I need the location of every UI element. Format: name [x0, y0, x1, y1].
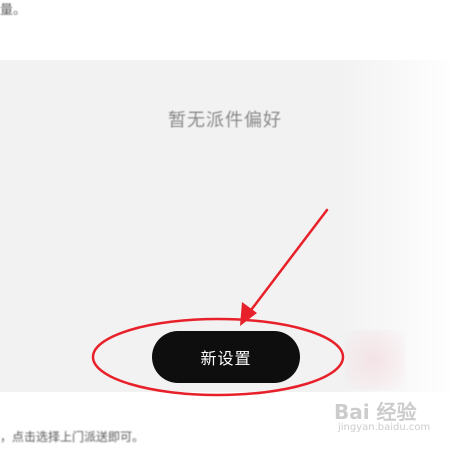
- article-text-bottom: ，点击选择上门派送即可。: [0, 430, 145, 444]
- baidu-jingyan-watermark: Bai 经验 jingyan.baidu.com: [330, 392, 448, 448]
- decorative-blur: [345, 330, 405, 390]
- new-setting-button[interactable]: 新设置: [152, 331, 300, 383]
- watermark-text: Bai 经验: [334, 400, 417, 424]
- article-text-top: 量。: [0, 3, 27, 18]
- page: 量。 暂无派件偏好 新设置 ，点击选择上门派送即可。 Bai 经验 jingya…: [0, 0, 450, 450]
- watermark-subtext: jingyan.baidu.com: [338, 422, 431, 433]
